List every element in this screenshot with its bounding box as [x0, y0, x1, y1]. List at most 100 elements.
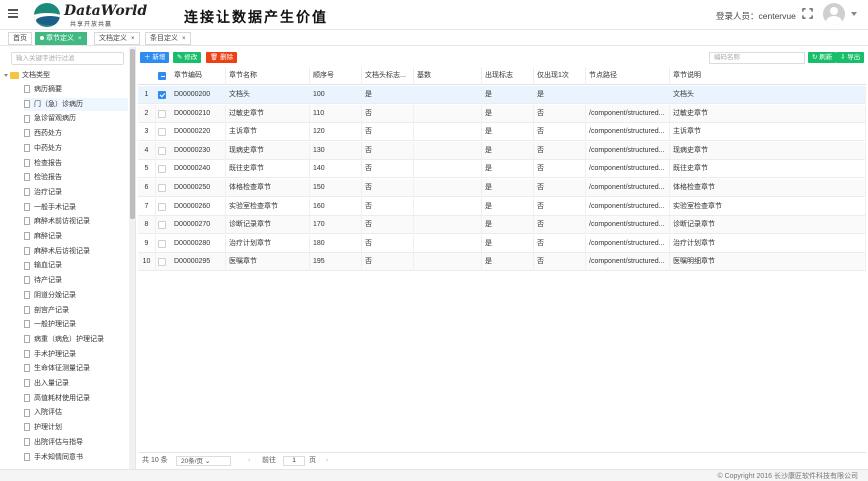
- menu-toggle-icon[interactable]: [8, 9, 18, 19]
- edit-button[interactable]: ✎ 修改: [173, 52, 202, 63]
- scrollbar-thumb[interactable]: [130, 49, 135, 219]
- table-row[interactable]: 9 D00000280 治疗计划章节 180 否是否/component/structu…: [138, 234, 866, 253]
- table-row[interactable]: 1 D00000200 文档头 100 是是是文档头: [138, 86, 866, 104]
- row-checkbox[interactable]: [158, 165, 166, 174]
- col-header-base[interactable]: 基数: [414, 67, 482, 85]
- cell-doc-head: 否: [362, 141, 414, 160]
- close-icon[interactable]: ×: [131, 36, 135, 42]
- tree-item[interactable]: 病重（病危）护理记录: [24, 333, 128, 346]
- tree-item-label: 门（急）诊病历: [34, 100, 83, 108]
- sidebar-scrollbar[interactable]: [129, 47, 135, 469]
- tab-label: 首页: [13, 35, 27, 42]
- cell-code: D00000230: [171, 141, 226, 160]
- tab-chapter-definition[interactable]: 章节定义 ×: [35, 32, 87, 45]
- add-button-label: 新增: [152, 54, 166, 61]
- row-checkbox[interactable]: [158, 202, 166, 211]
- row-checkbox[interactable]: [158, 91, 166, 99]
- table-row[interactable]: 4 D00000230 现病史章节 130 否是否/component/structur…: [138, 141, 866, 160]
- row-checkbox[interactable]: [158, 239, 166, 248]
- tree-item-label: 待产记录: [34, 277, 62, 285]
- tab-home[interactable]: 首页: [8, 32, 32, 45]
- tree-item[interactable]: 出入量记录: [24, 377, 128, 390]
- tree-item[interactable]: 麻醉记录: [24, 230, 128, 243]
- close-icon[interactable]: ×: [182, 36, 186, 42]
- tree-item-label: 剖宫产记录: [34, 306, 69, 314]
- caret-down-icon[interactable]: [4, 73, 8, 77]
- fullscreen-icon[interactable]: [802, 8, 813, 19]
- tree-item[interactable]: 西药处方: [24, 127, 128, 140]
- sidebar: 输入关键字进行过滤 文档类型 病历摘要门（急）诊病历急诊留观病历 西药处方中药处方…: [0, 47, 136, 469]
- row-index: 7: [138, 197, 156, 216]
- cell-appear: 是: [482, 179, 534, 197]
- tree-item[interactable]: 治疗记录: [24, 186, 128, 199]
- tree-item[interactable]: 阴道分娩记录: [24, 289, 128, 302]
- row-checkbox[interactable]: [158, 128, 166, 137]
- row-checkbox[interactable]: [158, 184, 166, 192]
- cell-base: [414, 141, 482, 160]
- delete-button[interactable]: 🗑 删除: [206, 52, 238, 63]
- col-header-appear[interactable]: 出现标志: [482, 67, 534, 85]
- tree-item[interactable]: 高值耗材使用记录: [24, 392, 128, 405]
- tab-entry-definition[interactable]: 条目定义 ×: [145, 32, 191, 45]
- page-size-select[interactable]: 20条/页 ⌄: [176, 456, 231, 466]
- close-icon[interactable]: ×: [78, 36, 82, 42]
- tree-item[interactable]: 检验报告: [24, 171, 128, 184]
- col-header-path[interactable]: 节点路径: [586, 67, 670, 85]
- table-row[interactable]: 3 D00000220 主诉章节 120 否是否/component/structure…: [138, 123, 866, 142]
- row-checkbox[interactable]: [158, 221, 166, 230]
- col-header-doc-head[interactable]: 文档头标志...: [362, 67, 414, 85]
- cell-code: D00000270: [171, 216, 226, 235]
- tab-document-definition[interactable]: 文档定义 ×: [94, 32, 140, 45]
- tree-item[interactable]: 检查报告: [24, 157, 128, 170]
- cell-once: 否: [534, 253, 586, 272]
- col-header-code[interactable]: 章节编码: [171, 67, 226, 85]
- tree-item[interactable]: 手术知情同意书: [24, 451, 128, 464]
- select-all-checkbox[interactable]: [158, 72, 166, 80]
- search-input[interactable]: 编码名称: [709, 52, 805, 64]
- tree-item[interactable]: 一般护理记录: [24, 318, 128, 331]
- tree-item[interactable]: 麻醉术前访视记录: [24, 215, 128, 228]
- col-header-desc[interactable]: 章节说明: [670, 67, 866, 85]
- tree-item[interactable]: 剖宫产记录: [24, 304, 128, 317]
- tree-filter-input[interactable]: 输入关键字进行过滤: [11, 52, 124, 65]
- tree-item[interactable]: 麻醉术后访视记录: [24, 245, 128, 258]
- avatar[interactable]: [823, 3, 845, 25]
- tree-item[interactable]: 病历摘要: [24, 83, 128, 96]
- row-index: 5: [138, 160, 156, 179]
- table-row[interactable]: 10 D00000295 医嘱章节 195 否是否/component/structur…: [138, 253, 866, 272]
- table-row[interactable]: 5 D00000240 既往史章节 140 否是否/component/structur…: [138, 160, 866, 179]
- tree-item[interactable]: 中药处方: [24, 142, 128, 155]
- row-index: 10: [138, 253, 156, 272]
- tree-item[interactable]: 出院评估与指导: [24, 436, 128, 449]
- tree-item[interactable]: 一般手术记录: [24, 201, 128, 214]
- tree-item[interactable]: 护理计划: [24, 421, 128, 434]
- next-page-icon[interactable]: ›: [326, 456, 328, 466]
- row-checkbox[interactable]: [158, 109, 166, 118]
- add-button[interactable]: ＋ 新增: [140, 52, 170, 63]
- document-icon: [24, 114, 30, 123]
- tree-item[interactable]: 待产记录: [24, 274, 128, 287]
- table-row[interactable]: 7 D00000260 实验室检查章节 160 否是否/component/struct…: [138, 197, 866, 216]
- col-header-order[interactable]: 顺序号: [310, 67, 362, 85]
- table-row[interactable]: 2 D00000210 过敏史章节 110 否是否/component/structur…: [138, 104, 866, 123]
- col-header-once[interactable]: 仅出现1次: [534, 67, 586, 85]
- cell-path: /component/structured...: [586, 234, 670, 253]
- export-button[interactable]: ⇩ 导出: [836, 52, 865, 63]
- tree-item[interactable]: 输血记录: [24, 259, 128, 272]
- table-row[interactable]: 8 D00000270 诊断记录章节 170 否是否/component/structu…: [138, 216, 866, 235]
- tree-item[interactable]: 门（急）诊病历: [24, 97, 128, 111]
- tree-item[interactable]: 急诊留观病历: [24, 112, 128, 125]
- page-number-input[interactable]: 1: [283, 456, 305, 466]
- tree-item[interactable]: 手术护理记录: [24, 348, 128, 361]
- col-header-name[interactable]: 章节名称: [226, 67, 310, 85]
- refresh-button[interactable]: ↻ 刷新: [808, 52, 837, 63]
- row-checkbox[interactable]: [158, 258, 166, 267]
- tree-root[interactable]: 文档类型: [4, 70, 50, 81]
- row-checkbox[interactable]: [158, 146, 166, 155]
- prev-page-icon[interactable]: ‹: [248, 456, 250, 466]
- tree-item[interactable]: 入院评估: [24, 406, 128, 419]
- tree-item[interactable]: 生命体征测量记录: [24, 362, 128, 375]
- document-icon: [24, 232, 30, 241]
- chevron-down-icon[interactable]: [851, 12, 857, 16]
- table-row[interactable]: 6 D00000250 体格检查章节 150 否是否/component/structu…: [138, 179, 866, 197]
